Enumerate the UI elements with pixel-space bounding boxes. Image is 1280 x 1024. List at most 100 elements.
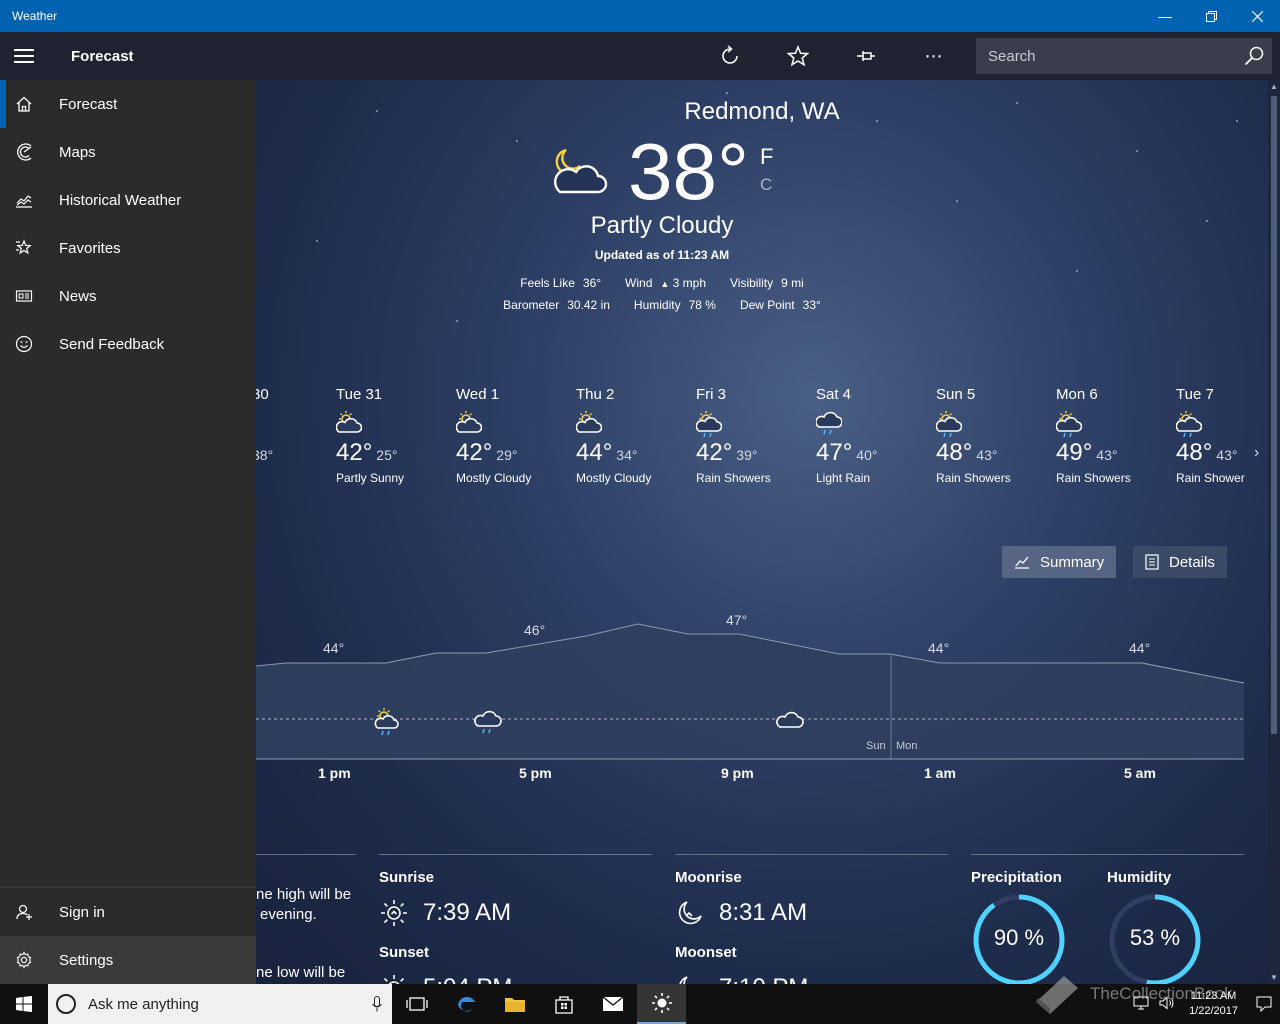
visibility: Visibility 9 mi bbox=[730, 276, 804, 290]
nav-label: Historical Weather bbox=[59, 191, 182, 209]
nav-item-news[interactable]: News bbox=[0, 272, 256, 320]
folder-icon bbox=[504, 998, 525, 1012]
nav-item-historical-weather[interactable]: Historical Weather bbox=[0, 176, 256, 224]
clock-time: 11:23 AM bbox=[1190, 990, 1237, 1002]
clock-date: 1/22/2017 bbox=[1189, 1005, 1238, 1017]
start-button[interactable] bbox=[0, 984, 48, 1024]
unit-celsius-button[interactable]: C bbox=[760, 175, 772, 195]
day-name: Sun 5 bbox=[936, 386, 976, 403]
day-item[interactable]: Fri 3 42° 39° Rain Showers bbox=[695, 386, 816, 485]
sunset-label: Sunset bbox=[379, 944, 430, 961]
refresh-button[interactable] bbox=[696, 32, 764, 80]
unit-fahrenheit-button[interactable]: F bbox=[760, 144, 773, 170]
network-icon[interactable] bbox=[1133, 996, 1149, 1013]
scrollbar-thumb[interactable] bbox=[1271, 96, 1277, 734]
humidity: Humidity 78 % bbox=[633, 298, 716, 312]
nav-item-settings[interactable]: Settings bbox=[0, 936, 256, 984]
sunset-value: 5:04 PM bbox=[379, 973, 652, 984]
nav-label: Sign in bbox=[59, 903, 105, 921]
favorite-button[interactable] bbox=[764, 32, 832, 80]
next-days-button[interactable]: › bbox=[1254, 444, 1259, 462]
edge-app[interactable] bbox=[441, 984, 490, 1024]
pin-button[interactable] bbox=[832, 32, 900, 80]
current-temperature: 38° bbox=[628, 127, 749, 216]
card-divider bbox=[675, 854, 948, 855]
nav-item-send-feedback[interactable]: Send Feedback bbox=[0, 320, 256, 368]
humidity-gauge-block: Humidity 53 % bbox=[1107, 869, 1244, 984]
rain-icon bbox=[815, 411, 936, 437]
side-nav: Forecast Maps Historical Weather Favorit… bbox=[0, 80, 256, 984]
wind: Wind ▲ 3 mph bbox=[625, 276, 707, 290]
home-icon bbox=[0, 95, 48, 113]
day-item[interactable]: Thu 2 44° 34° Mostly Cloudy bbox=[575, 386, 696, 485]
file-explorer-app[interactable] bbox=[490, 984, 539, 1024]
vertical-scrollbar[interactable]: ▲ ▼ bbox=[1268, 80, 1280, 984]
nav-label: News bbox=[59, 287, 97, 305]
search-icon bbox=[1244, 46, 1264, 66]
map-icon bbox=[0, 143, 48, 161]
cortana-search[interactable]: Ask me anything bbox=[48, 984, 392, 1024]
day-label-mon: Mon bbox=[896, 740, 918, 752]
summary-button[interactable]: Summary bbox=[1002, 546, 1117, 578]
humidity-gauge: 53 % bbox=[1107, 892, 1203, 984]
windows-logo-icon bbox=[16, 996, 32, 1012]
nav-item-maps[interactable]: Maps bbox=[0, 128, 256, 176]
volume-icon[interactable] bbox=[1159, 995, 1175, 1013]
day-low: 40° bbox=[856, 447, 878, 463]
precip-humidity-card: Precipitation 90 % Humidity 53 % bbox=[971, 854, 1244, 984]
title-bar: Weather — bbox=[0, 0, 1280, 32]
weather-app[interactable] bbox=[637, 984, 686, 1024]
partly-sunny-icon bbox=[575, 411, 696, 437]
day-condition: Partly Sunny bbox=[336, 471, 405, 485]
summary-text-line: evening. bbox=[260, 906, 317, 923]
day-item[interactable]: Tue 7 48° 43° Rain Shower bbox=[1175, 386, 1268, 485]
action-center-button[interactable] bbox=[1248, 996, 1280, 1012]
add-user-icon bbox=[0, 903, 48, 921]
sun-rain-icon bbox=[1175, 411, 1268, 438]
day-item[interactable]: Mon 6 49° 43° Rain Showers bbox=[1055, 386, 1176, 485]
day-item[interactable]: Tue 31 42° 25° Partly Sunny bbox=[335, 386, 456, 485]
detail-row-1: Feels Like 36° Wind ▲ 3 mph Visibility 9 mi bbox=[256, 276, 1068, 290]
nav-item-forecast[interactable]: Forecast bbox=[0, 80, 256, 128]
moonrise-value: 8:31 AM bbox=[675, 898, 948, 928]
summary-text-card: ne high will be evening. ne low will be bbox=[256, 854, 356, 983]
menu-button[interactable] bbox=[0, 32, 48, 80]
microphone-icon[interactable] bbox=[362, 996, 392, 1012]
scroll-up-icon[interactable]: ▲ bbox=[1268, 82, 1280, 91]
current-condition: Partly Cloudy bbox=[590, 212, 734, 239]
day-item[interactable]: Wed 1 42° 29° Mostly Cloudy bbox=[455, 386, 576, 485]
day-low: 43° bbox=[1096, 447, 1118, 463]
restore-button[interactable] bbox=[1188, 0, 1234, 32]
feels-like: Feels Like 36° bbox=[520, 276, 602, 290]
mail-app[interactable] bbox=[588, 984, 637, 1024]
day-item[interactable]: Sun 5 48° 43° Rain Showers bbox=[935, 386, 1056, 485]
day-high: 48° bbox=[936, 439, 973, 466]
temp-label: 44° bbox=[323, 640, 345, 656]
moonset-icon bbox=[675, 973, 705, 984]
nav-item-sign-in[interactable]: Sign in bbox=[0, 888, 256, 936]
scroll-down-icon[interactable]: ▼ bbox=[1268, 973, 1280, 982]
clock[interactable]: 11:23 AM 1/22/2017 bbox=[1189, 989, 1238, 1019]
star-icon bbox=[787, 45, 809, 67]
nav-label: Favorites bbox=[59, 239, 121, 257]
more-button[interactable]: ⋯ bbox=[900, 32, 968, 80]
search-button[interactable] bbox=[1236, 38, 1272, 74]
dew-point: Dew Point 33° bbox=[739, 298, 821, 312]
summary-chart-icon bbox=[1014, 555, 1030, 569]
precipitation-label: Precipitation bbox=[971, 869, 1062, 886]
window-title: Weather bbox=[12, 9, 58, 23]
search-input[interactable] bbox=[988, 47, 1236, 65]
day-item[interactable]: Sat 4 47° 40° Light Rain bbox=[815, 386, 936, 485]
close-button[interactable] bbox=[1234, 0, 1280, 32]
nav-item-favorites[interactable]: Favorites bbox=[0, 224, 256, 272]
details-button[interactable]: Details bbox=[1133, 546, 1227, 578]
task-view-button[interactable] bbox=[392, 984, 441, 1024]
task-view-icon bbox=[405, 997, 428, 1011]
humidity-label: Humidity bbox=[1107, 869, 1172, 886]
nav-label: Maps bbox=[59, 143, 96, 161]
store-app[interactable] bbox=[539, 984, 588, 1024]
partly-sunny-icon bbox=[455, 411, 576, 437]
moonrise-icon bbox=[675, 898, 705, 928]
partly-cloudy-night-icon bbox=[548, 148, 608, 203]
minimize-button[interactable]: — bbox=[1142, 0, 1188, 32]
